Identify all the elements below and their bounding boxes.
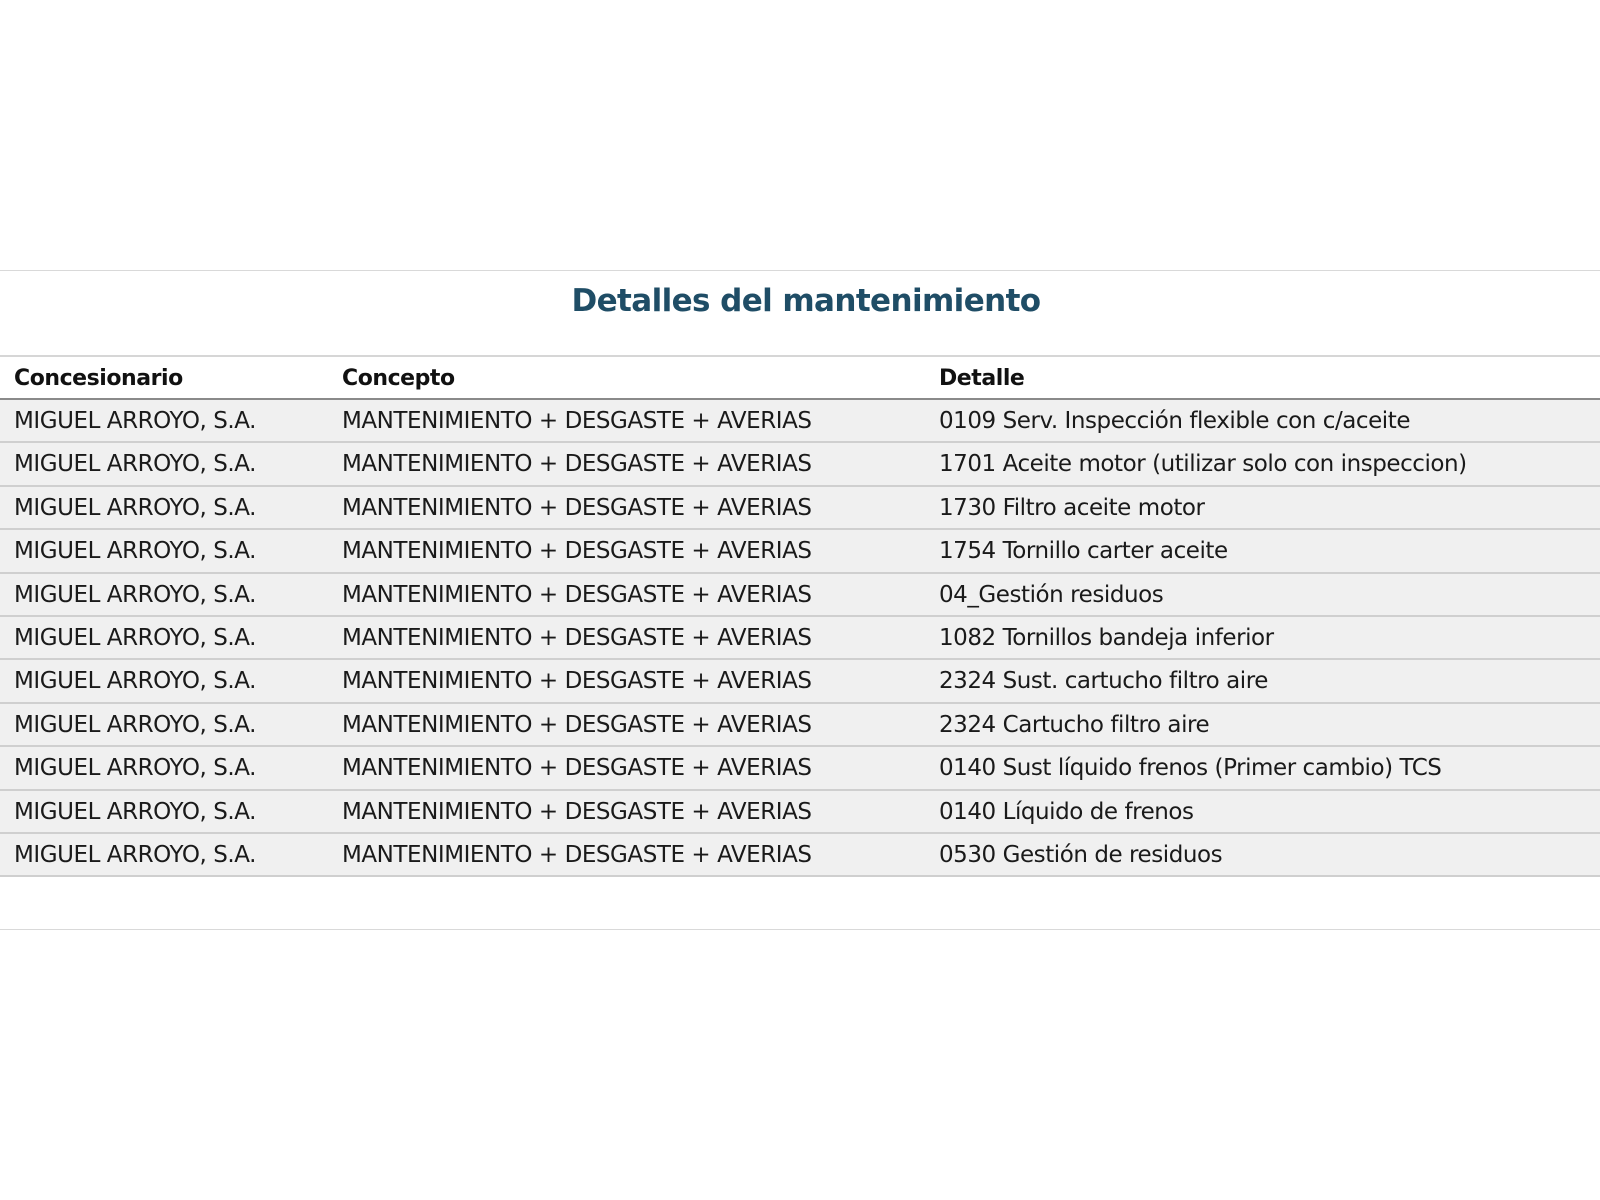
cell-detalle: 0530 Gestión de residuos [939, 841, 1223, 868]
table-row: MIGUEL ARROYO, S.A. MANTENIMIENTO + DESG… [0, 530, 1600, 574]
cell-concesionario: MIGUEL ARROYO, S.A. [14, 581, 257, 608]
cell-detalle: 1082 Tornillos bandeja inferior [939, 624, 1274, 651]
cell-concepto: MANTENIMIENTO + DESGASTE + AVERIAS [342, 581, 812, 608]
cell-concepto: MANTENIMIENTO + DESGASTE + AVERIAS [342, 755, 812, 782]
column-header-concepto: Concepto [342, 366, 455, 391]
cell-concepto: MANTENIMIENTO + DESGASTE + AVERIAS [342, 841, 812, 868]
table-row: MIGUEL ARROYO, S.A. MANTENIMIENTO + DESG… [0, 443, 1600, 487]
table-row: MIGUEL ARROYO, S.A. MANTENIMIENTO + DESG… [0, 790, 1600, 834]
table-row: MIGUEL ARROYO, S.A. MANTENIMIENTO + DESG… [0, 747, 1600, 791]
cell-concesionario: MIGUEL ARROYO, S.A. [14, 408, 257, 434]
cell-detalle: 1730 Filtro aceite motor [939, 494, 1205, 521]
cell-concepto: MANTENIMIENTO + DESGASTE + AVERIAS [342, 624, 812, 651]
page-title: Detalles del mantenimiento [571, 283, 1041, 319]
maintenance-table: Concesionario Concepto Detalle MIGUEL AR… [0, 355, 1600, 878]
cell-detalle: 04_Gestión residuos [939, 581, 1164, 608]
cell-concepto: MANTENIMIENTO + DESGASTE + AVERIAS [342, 451, 812, 478]
cell-concesionario: MIGUEL ARROYO, S.A. [14, 755, 257, 782]
cell-concesionario: MIGUEL ARROYO, S.A. [14, 538, 257, 565]
cell-concesionario: MIGUEL ARROYO, S.A. [14, 841, 257, 868]
cell-concesionario: MIGUEL ARROYO, S.A. [14, 798, 257, 825]
cell-concepto: MANTENIMIENTO + DESGASTE + AVERIAS [342, 538, 812, 565]
cell-concepto: MANTENIMIENTO + DESGASTE + AVERIAS [342, 711, 812, 738]
cell-concesionario: MIGUEL ARROYO, S.A. [14, 711, 257, 738]
table-row: MIGUEL ARROYO, S.A. MANTENIMIENTO + DESG… [0, 703, 1600, 748]
table-row: MIGUEL ARROYO, S.A. MANTENIMIENTO + DESG… [0, 616, 1600, 661]
cell-concesionario: MIGUEL ARROYO, S.A. [14, 494, 257, 521]
column-header-concesionario: Concesionario [14, 366, 183, 391]
cell-detalle: 2324 Sust. cartucho filtro aire [939, 668, 1268, 695]
table-row: MIGUEL ARROYO, S.A. MANTENIMIENTO + DESG… [0, 400, 1600, 444]
maintenance-details-panel: Detalles del mantenimiento Concesionario… [0, 270, 1600, 930]
cell-concepto: MANTENIMIENTO + DESGASTE + AVERIAS [342, 668, 812, 695]
cell-concepto: MANTENIMIENTO + DESGASTE + AVERIAS [342, 494, 812, 521]
cell-concesionario: MIGUEL ARROYO, S.A. [14, 624, 257, 651]
cell-concesionario: MIGUEL ARROYO, S.A. [14, 668, 257, 695]
cell-concesionario: MIGUEL ARROYO, S.A. [14, 451, 257, 478]
cell-detalle: 1754 Tornillo carter aceite [939, 538, 1228, 565]
cell-detalle: 1701 Aceite motor (utilizar solo con ins… [939, 451, 1467, 478]
cell-concepto: MANTENIMIENTO + DESGASTE + AVERIAS [342, 798, 812, 825]
cell-detalle: 2324 Cartucho filtro aire [939, 711, 1210, 738]
cell-detalle: 0140 Sust líquido frenos (Primer cambio)… [939, 755, 1442, 782]
table-row: MIGUEL ARROYO, S.A. MANTENIMIENTO + DESG… [0, 573, 1600, 617]
table-row: MIGUEL ARROYO, S.A. MANTENIMIENTO + DESG… [0, 486, 1600, 531]
cell-detalle: 0140 Líquido de frenos [939, 798, 1194, 825]
table-row: MIGUEL ARROYO, S.A. MANTENIMIENTO + DESG… [0, 833, 1600, 878]
table-row: MIGUEL ARROYO, S.A. MANTENIMIENTO + DESG… [0, 660, 1600, 704]
table-header-row: Concesionario Concepto Detalle [0, 357, 1600, 400]
column-header-detalle: Detalle [939, 366, 1025, 391]
cell-detalle: 0109 Serv. Inspección flexible con c/ace… [939, 408, 1411, 434]
cell-concepto: MANTENIMIENTO + DESGASTE + AVERIAS [342, 408, 812, 434]
